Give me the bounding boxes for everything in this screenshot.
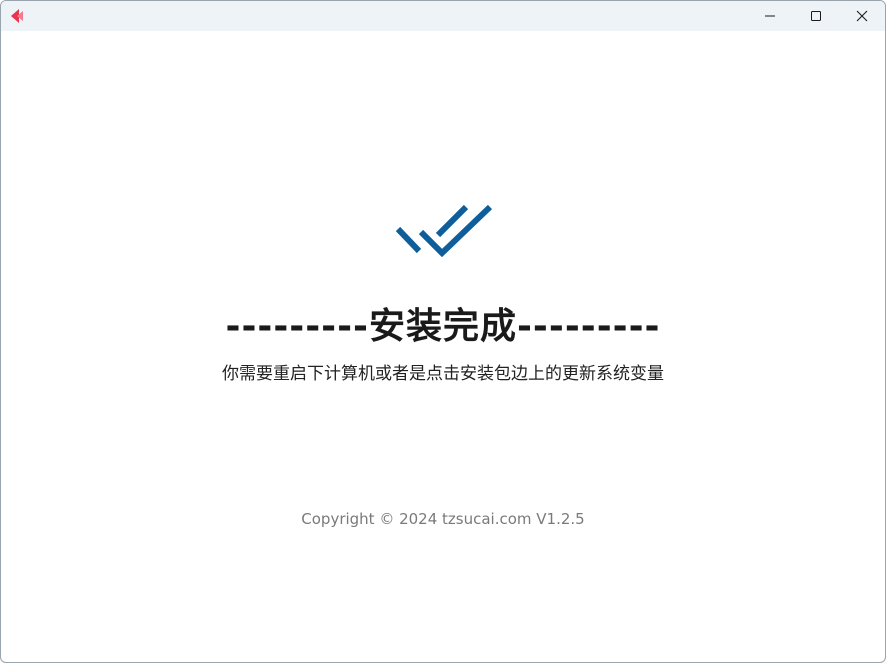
maximize-icon xyxy=(810,10,822,22)
close-icon xyxy=(856,10,868,22)
minimize-icon xyxy=(764,10,776,22)
minimize-button[interactable] xyxy=(747,1,793,31)
window-controls xyxy=(747,1,885,31)
close-button[interactable] xyxy=(839,1,885,31)
double-check-icon xyxy=(395,199,493,258)
page-title: ---------安装完成--------- xyxy=(225,306,661,347)
maximize-button[interactable] xyxy=(793,1,839,31)
main-content: ---------安装完成--------- 你需要重启下计算机或者是点击安装包… xyxy=(1,31,885,662)
installer-window: ---------安装完成--------- 你需要重启下计算机或者是点击安装包… xyxy=(0,0,886,663)
instruction-message: 你需要重启下计算机或者是点击安装包边上的更新系统变量 xyxy=(222,364,664,384)
title-bar[interactable] xyxy=(1,1,885,31)
copyright-text: Copyright © 2024 tzsucai.com V1.2.5 xyxy=(301,510,585,528)
app-logo-icon xyxy=(10,8,24,24)
